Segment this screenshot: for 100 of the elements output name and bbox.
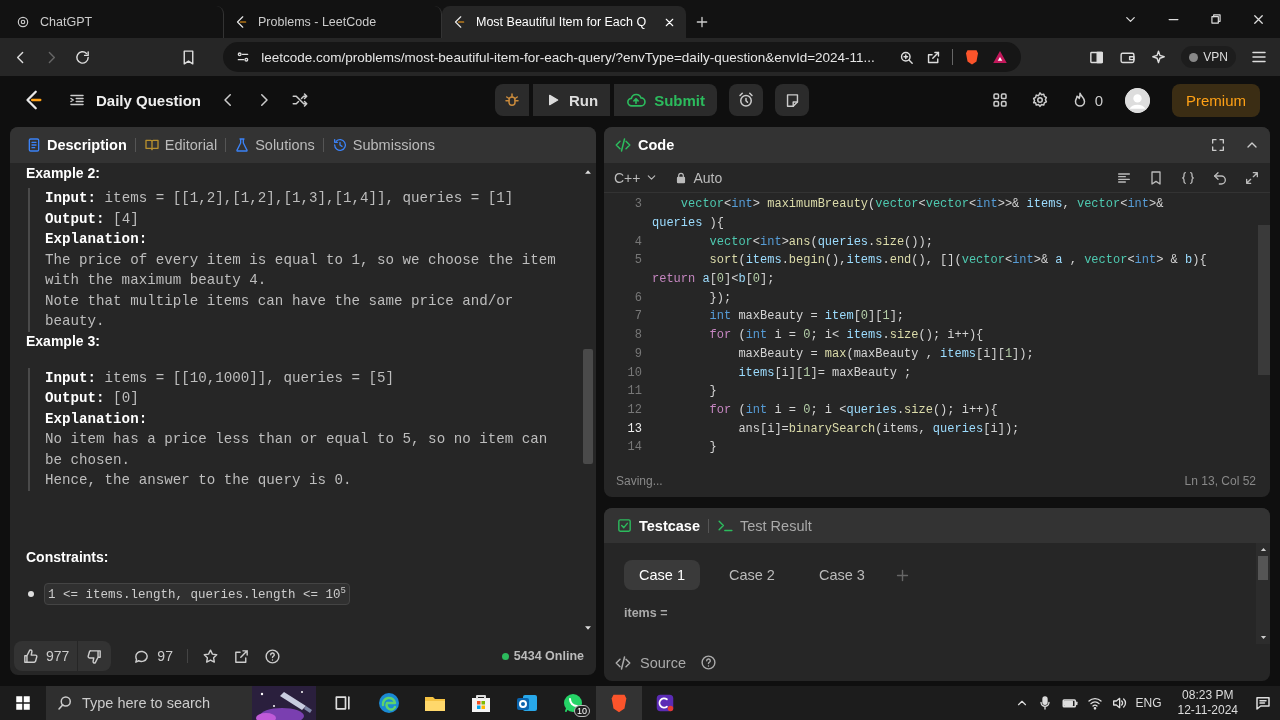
task-view-icon[interactable]: [333, 693, 353, 713]
vpn-button[interactable]: VPN: [1181, 46, 1236, 68]
taskbar-search-field[interactable]: Type here to search: [46, 686, 316, 720]
code-icon: [614, 136, 632, 154]
example-heading: Example 2:: [26, 165, 101, 181]
code-line: return a[0]<b[0];: [652, 272, 775, 287]
fullscreen-icon[interactable]: [1210, 137, 1226, 153]
cursor-position: Ln 13, Col 52: [1184, 474, 1256, 488]
leetcode-logo-icon: [452, 15, 466, 29]
line-number: 12: [626, 402, 643, 417]
reload-icon[interactable]: [74, 48, 91, 66]
sparkle-icon[interactable]: [1150, 48, 1168, 66]
thumbs-down-icon: [86, 647, 104, 665]
notifications-icon[interactable]: [1254, 694, 1272, 712]
run-button[interactable]: Run: [533, 84, 611, 116]
debug-button[interactable]: [495, 84, 530, 116]
case-tab[interactable]: Case 1: [624, 560, 700, 590]
search-icon: [56, 694, 74, 712]
settings-icon[interactable]: [1030, 91, 1049, 109]
line-number: 3: [633, 197, 643, 212]
panel-tab[interactable]: Test Result: [717, 517, 812, 534]
problem-list-title[interactable]: Daily Question: [96, 91, 202, 109]
code-icon: [614, 653, 632, 672]
example-heading: Example 3:: [26, 332, 101, 349]
braces-icon[interactable]: [1180, 169, 1196, 186]
expand-icon[interactable]: [1244, 169, 1260, 186]
explanation-label: Explanation:: [45, 409, 149, 429]
history-icon: [331, 137, 348, 153]
grid-icon[interactable]: [990, 91, 1009, 109]
code-line: vector<int> maximumBreauty(vector<vector<int>>& items, vector<int>&: [679, 197, 1164, 212]
example-line: Input: items = [[10,1000]], queries = [5]: [45, 368, 396, 388]
help-icon[interactable]: [699, 654, 717, 671]
help-icon[interactable]: [263, 647, 281, 665]
bookmark-icon[interactable]: [1148, 169, 1164, 186]
thumbs-up-icon: [22, 647, 39, 665]
line-number: 4: [633, 234, 643, 249]
explanation-text: The price of every item is equal to 1, so we choose the item with the maximum beauty 4.: [45, 250, 556, 290]
explanation-text: Hence, the answer to the query is 0.: [45, 471, 353, 490]
code-line: }: [708, 440, 717, 455]
scrollbar-thumb[interactable]: [583, 349, 593, 464]
plus-icon[interactable]: [694, 14, 710, 30]
clock-date[interactable]: 12-11-2024: [1177, 703, 1238, 718]
online-dot-icon: [501, 652, 509, 660]
language-indicator[interactable]: ENG: [1135, 696, 1162, 710]
code-line: queries ){: [652, 216, 725, 231]
code-line: int maxBeauty = item[0][1];: [708, 309, 905, 324]
note-button[interactable]: [775, 84, 810, 116]
shuffle-icon[interactable]: [291, 91, 310, 109]
panel-tab[interactable]: Submissions: [323, 137, 443, 153]
example-line: Output: [4]: [45, 209, 140, 229]
scroll-down-icon[interactable]: [1258, 633, 1268, 642]
auto-mode-toggle[interactable]: Auto: [674, 169, 723, 186]
source-link[interactable]: Source: [640, 654, 686, 671]
browser-tab[interactable]: Most Beautiful Item for Each Q: [442, 6, 686, 38]
bullet-icon: [28, 590, 34, 597]
volume-icon[interactable]: [1111, 695, 1128, 711]
parameter-label: items =: [624, 606, 669, 620]
line-number: 9: [633, 346, 643, 361]
code-line: }: [708, 384, 717, 399]
code-line: ans[i]=binarySearch(items, queries[i]);: [737, 421, 1020, 436]
book-icon: [143, 137, 160, 153]
alarm-button[interactable]: [729, 84, 764, 116]
code-line: for (int i = 0; i <queries.size(); i++){: [708, 402, 998, 417]
reset-icon[interactable]: [1212, 169, 1228, 186]
windows-logo-icon[interactable]: [14, 694, 32, 712]
constraint-code: 1 <= items.length, queries.length <= 10$^{5}$: [44, 582, 350, 605]
app-icon[interactable]: [654, 692, 676, 714]
scrollbar-thumb[interactable]: [1258, 225, 1270, 375]
code-line: for (int i = 0; i< items.size(); i++){: [708, 328, 984, 343]
address-bar[interactable]: leetcode.com/problems/most-beautiful-item-for-each-query/?envType=daily-question&envId=2024-11...: [223, 42, 1022, 72]
comments-button[interactable]: 97: [133, 647, 173, 665]
line-number: 13: [626, 421, 643, 436]
notification-badge: 10: [574, 705, 590, 717]
premium-button[interactable]: Premium: [1172, 83, 1260, 117]
restore-icon[interactable]: [1209, 12, 1223, 26]
submit-button[interactable]: Submit: [614, 84, 718, 116]
wifi-icon[interactable]: [1087, 695, 1104, 711]
panel-tab[interactable]: Editorial: [135, 137, 226, 153]
scrollbar-thumb[interactable]: [1258, 556, 1268, 580]
checkbox-icon: [616, 517, 633, 534]
star-icon[interactable]: [201, 647, 219, 665]
scroll-up-icon[interactable]: [1258, 545, 1268, 554]
code-line: items[i][1]= maxBeauty ;: [737, 365, 912, 380]
online-count: 5434 Online: [513, 649, 584, 663]
code-line: maxBeauty = max(maxBeauty , items[i][1]);: [737, 346, 1034, 361]
streak-counter[interactable]: 0: [1070, 91, 1103, 109]
panel-tab[interactable]: Description: [18, 137, 135, 153]
share-icon[interactable]: [232, 647, 250, 665]
clock-time[interactable]: 08:23 PM: [1182, 688, 1234, 703]
language-dropdown[interactable]: C++: [614, 169, 659, 186]
case-tab[interactable]: Case 3: [803, 560, 880, 590]
line-number: 5: [633, 253, 643, 268]
avatar-icon[interactable]: [1125, 87, 1150, 113]
case-tab[interactable]: Case 2: [713, 560, 790, 590]
panel-tab[interactable]: Testcase: [616, 517, 700, 534]
alarm-icon: [737, 91, 756, 109]
edge-browser-icon[interactable]: [377, 691, 401, 715]
code-line: sort(items.begin(),items.end(), [](vector<int>& a , vector<int> & b){: [708, 253, 1207, 268]
panel-tab[interactable]: Solutions: [226, 137, 323, 153]
line-number: 11: [626, 384, 643, 399]
